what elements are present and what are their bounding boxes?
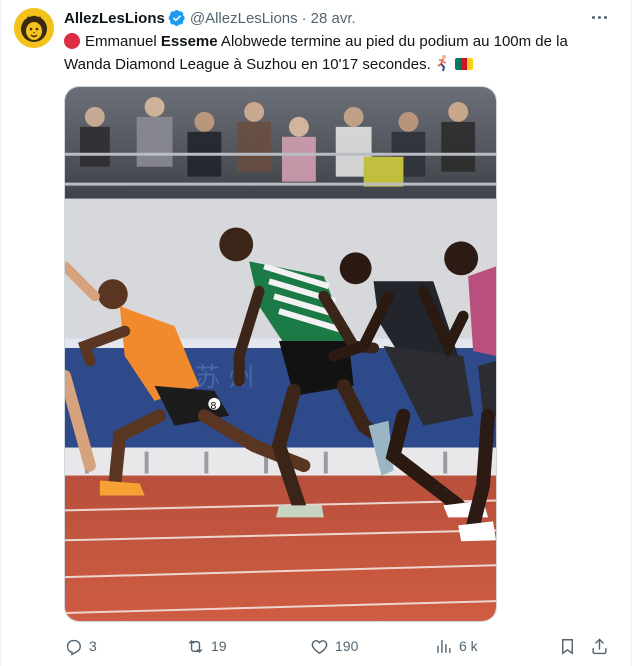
reply-icon	[66, 639, 81, 656]
bookmark-icon	[562, 638, 573, 655]
bib-number: 8	[210, 401, 216, 412]
tweet-media-photo[interactable]: 苏 州 8	[64, 86, 497, 622]
more-options-icon[interactable]	[588, 9, 610, 25]
share-icon	[592, 637, 607, 654]
retweet-icon	[188, 639, 203, 653]
like-button[interactable]: 190	[310, 634, 358, 658]
tweet-action-bar: 3 19 190 6 k	[64, 634, 614, 658]
heart-icon	[311, 639, 328, 654]
header-separator: ·	[301, 9, 307, 27]
author-display-name[interactable]: AllezLesLions	[64, 10, 165, 27]
tweet-text-part-1: Emmanuel	[85, 33, 161, 50]
bookmark-button[interactable]	[558, 634, 577, 658]
cameroon-flag-emoji-icon	[454, 58, 473, 70]
lion-logo-icon	[14, 8, 54, 48]
author-avatar[interactable]	[14, 8, 54, 48]
reply-button[interactable]: 3	[64, 634, 97, 658]
sprint-finish-photo: 苏 州 8	[65, 87, 496, 621]
tweet-text: Emmanuel Esseme Alobwede termine au pied…	[64, 30, 614, 76]
runner-emoji-icon	[435, 54, 451, 72]
red-circle-emoji-icon	[64, 33, 80, 49]
views-button[interactable]: 6 k	[434, 634, 478, 658]
views-chart-icon	[437, 639, 451, 653]
views-count: 6 k	[459, 638, 478, 654]
retweet-count: 19	[211, 638, 227, 654]
timeline-left-border	[0, 0, 1, 666]
retweet-button[interactable]: 19	[186, 634, 227, 658]
tweet-text-bold-name: Esseme	[160, 33, 218, 50]
reply-count: 3	[89, 638, 97, 654]
like-count: 190	[335, 638, 359, 654]
author-handle[interactable]: @AllezLesLions	[190, 10, 298, 27]
tweet-date[interactable]: 28 avr.	[311, 10, 356, 27]
svg-text:苏 州: 苏 州	[194, 363, 254, 393]
tweet-header: AllezLesLions @AllezLesLions · 28 avr.	[64, 8, 356, 28]
share-button[interactable]	[590, 634, 609, 658]
timeline-right-border	[631, 0, 632, 666]
verified-badge-icon	[168, 9, 186, 27]
